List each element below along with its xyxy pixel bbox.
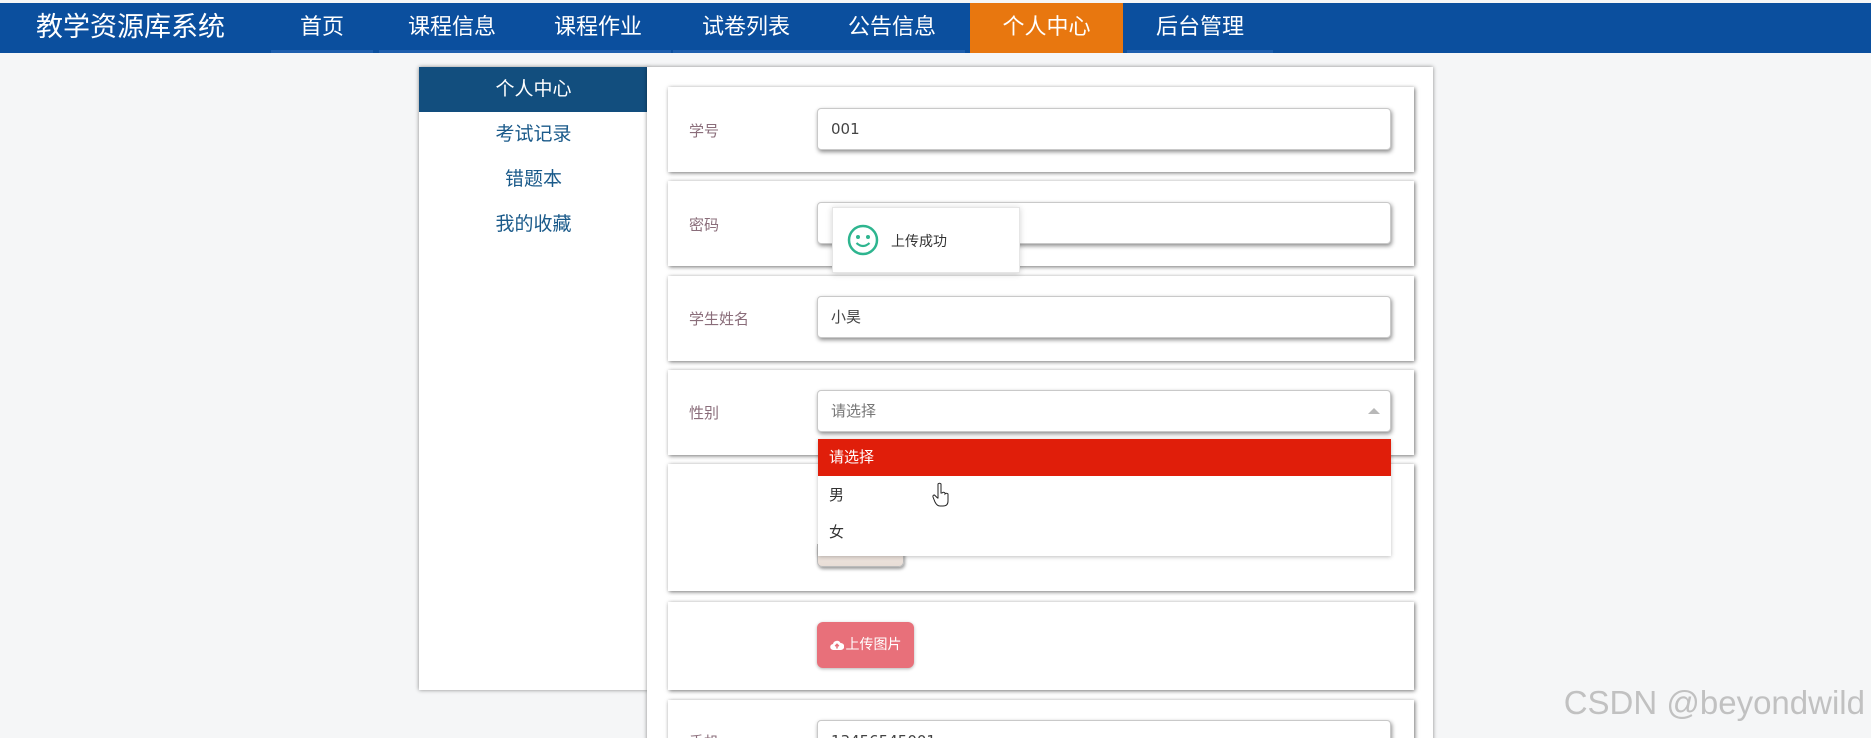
gender-select-value: 请选择: [831, 402, 877, 420]
phone-label: 手机: [689, 731, 719, 738]
phone-input[interactable]: 13456545001: [817, 720, 1391, 738]
upload-success-toast: 上传成功: [832, 207, 1020, 273]
student-id-label: 学号: [689, 122, 720, 140]
upload-button-label: 上传图片: [845, 637, 902, 653]
password-label: 密码: [689, 216, 720, 234]
form-row-phone: 手机 13456545001: [668, 700, 1414, 738]
gender-select[interactable]: 请选择: [817, 390, 1391, 432]
nav-item-exam-papers[interactable]: 试卷列表: [673, 3, 819, 53]
nav-item-home[interactable]: 首页: [271, 3, 373, 53]
nav-item-personal-center[interactable]: 个人中心: [970, 3, 1123, 53]
form-row-password: 密码: [668, 181, 1414, 266]
student-id-input[interactable]: 001: [817, 108, 1391, 150]
smile-icon: [847, 224, 879, 256]
cloud-upload-icon: [829, 640, 844, 651]
side-item-favorites[interactable]: 我的收藏: [419, 202, 648, 247]
form-row-student-id: 学号 001: [668, 87, 1414, 172]
nav-item-admin[interactable]: 后台管理: [1127, 3, 1273, 53]
side-item-exam-records[interactable]: 考试记录: [419, 112, 648, 157]
hand-pointer-icon: [932, 482, 949, 507]
gender-option-male[interactable]: 男: [818, 477, 1391, 514]
gender-dropdown: 请选择 男 女: [818, 439, 1391, 556]
form-row-name: 学生姓名 小昊: [668, 276, 1414, 361]
toast-message: 上传成功: [891, 234, 947, 250]
side-item-wrong-questions[interactable]: 错题本: [419, 157, 648, 202]
name-label: 学生姓名: [689, 310, 750, 328]
gender-option-female[interactable]: 女: [818, 514, 1391, 551]
watermark: CSDN @beyondwild: [1563, 684, 1865, 721]
side-item-personal-center[interactable]: 个人中心: [419, 67, 648, 112]
top-navbar: 教学资源库系统 首页 课程信息 课程作业 试卷列表 公告信息 个人中心 后台管理: [0, 3, 1871, 53]
caret-up-icon: [1368, 408, 1380, 414]
upload-image-button[interactable]: 上传图片: [817, 622, 914, 668]
nav-item-courses[interactable]: 课程信息: [379, 3, 525, 53]
app-title: 教学资源库系统: [36, 12, 225, 43]
side-menu: 个人中心 考试记录 错题本 我的收藏: [419, 67, 648, 690]
gender-option-placeholder[interactable]: 请选择: [818, 439, 1391, 476]
form-row-upload: 上传图片: [668, 602, 1414, 690]
nav-item-course-homework[interactable]: 课程作业: [525, 3, 671, 53]
gender-label: 性别: [689, 404, 720, 422]
nav-item-announcements[interactable]: 公告信息: [819, 3, 965, 53]
name-input[interactable]: 小昊: [817, 296, 1391, 338]
